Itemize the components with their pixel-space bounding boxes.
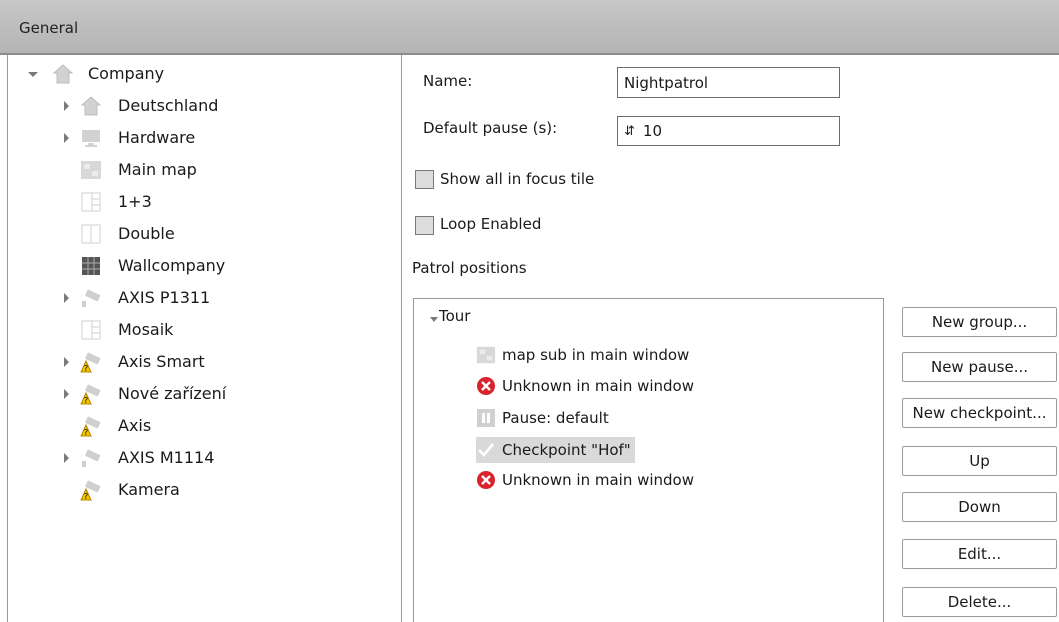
show-all-focus-checkbox[interactable]: [415, 170, 434, 189]
collapse-arrow-icon[interactable]: [430, 316, 438, 322]
default-pause-value: 10: [642, 122, 662, 140]
error-icon: [477, 471, 495, 489]
name-input[interactable]: Nightpatrol: [617, 67, 840, 98]
expand-arrow-icon[interactable]: [60, 100, 72, 112]
patrol-item-selected[interactable]: Checkpoint "Hof": [476, 437, 635, 463]
layout-icon: [81, 224, 101, 244]
tree-item-label: Company: [88, 64, 165, 83]
patrol-group-label: Tour: [439, 307, 471, 325]
tree-item-label: Deutschland: [118, 96, 219, 115]
patrol-positions-label: Patrol positions: [412, 259, 527, 277]
patrol-item[interactable]: Pause: default: [476, 405, 736, 431]
camera-warning-icon: ?: [80, 480, 101, 501]
map-icon: [476, 346, 496, 364]
collapse-arrow-icon[interactable]: [27, 68, 39, 80]
new-group-button[interactable]: New group...: [902, 307, 1057, 337]
spinner-arrows-icon[interactable]: ⇵: [624, 124, 635, 139]
expand-arrow-icon[interactable]: [60, 132, 72, 144]
svg-text:?: ?: [84, 492, 88, 501]
camera-warning-icon: ?: [80, 352, 101, 373]
new-checkpoint-button[interactable]: New checkpoint...: [902, 398, 1057, 428]
tree-item-mosaik[interactable]: Mosaik: [20, 315, 390, 345]
tree-item-label: Hardware: [118, 128, 196, 147]
home-icon: [52, 64, 74, 84]
tree-item-axis-m1114[interactable]: AXIS M1114: [20, 443, 390, 473]
up-button[interactable]: Up: [902, 446, 1057, 476]
loop-enabled-label: Loop Enabled: [440, 215, 542, 233]
tree-item-wallcompany[interactable]: Wallcompany: [20, 251, 390, 281]
tree-item-label: Mosaik: [118, 320, 174, 339]
patrol-item-label: Unknown in main window: [502, 377, 694, 395]
patrol-item[interactable]: Unknown in main window: [476, 373, 736, 399]
error-icon: [477, 377, 495, 395]
tree-item-axis-smart[interactable]: ? Axis Smart: [20, 347, 390, 377]
show-all-focus-label: Show all in focus tile: [440, 170, 595, 188]
patrol-item-label: Checkpoint "Hof": [502, 441, 631, 459]
layout-icon: [81, 192, 101, 212]
tree-item-deutschland[interactable]: Deutschland: [20, 91, 390, 121]
delete-button[interactable]: Delete...: [902, 587, 1057, 617]
patrol-positions-list[interactable]: Tour map sub in main window Unknown in m…: [413, 298, 884, 622]
svg-text:?: ?: [84, 364, 88, 373]
tree-item-nove-zarizeni[interactable]: ? Nové zařízení: [20, 379, 390, 409]
expand-arrow-icon[interactable]: [60, 356, 72, 368]
patrol-item[interactable]: map sub in main window: [476, 342, 736, 368]
tree-item-label: Kamera: [118, 480, 180, 499]
tree-item-label: Main map: [118, 160, 197, 179]
default-pause-spinner[interactable]: ⇵ 10: [617, 116, 840, 146]
camera-warning-icon: ?: [80, 416, 101, 437]
monitor-icon: [82, 130, 100, 147]
tree-item-label: AXIS M1114: [118, 448, 215, 467]
tree-item-axis[interactable]: ? Axis: [20, 411, 390, 441]
edit-button[interactable]: Edit...: [902, 539, 1057, 569]
name-label: Name:: [423, 72, 473, 90]
svg-text:?: ?: [84, 428, 88, 437]
patrol-item-label: map sub in main window: [502, 346, 690, 364]
name-input-value: Nightpatrol: [624, 73, 709, 92]
tree-item-label: AXIS P1311: [118, 288, 211, 307]
expand-arrow-icon[interactable]: [60, 292, 72, 304]
tree-item-1-3[interactable]: 1+3: [20, 187, 390, 217]
tree-item-label: Axis: [118, 416, 152, 435]
tree-item-axis-p1311[interactable]: AXIS P1311: [20, 283, 390, 313]
panel-title: General: [19, 19, 79, 37]
loop-enabled-checkbox[interactable]: [415, 216, 434, 235]
tree-item-double[interactable]: Double: [20, 219, 390, 249]
patrol-group-tour[interactable]: Tour: [430, 303, 470, 329]
map-icon: [81, 161, 101, 179]
video-wall-icon: [82, 257, 100, 275]
camera-icon: [82, 289, 101, 307]
expand-arrow-icon[interactable]: [60, 388, 72, 400]
new-pause-button[interactable]: New pause...: [902, 352, 1057, 382]
tree-item-main-map[interactable]: Main map: [20, 155, 390, 185]
camera-warning-icon: ?: [80, 384, 101, 405]
patrol-item[interactable]: Unknown in main window: [476, 467, 736, 493]
tree-item-label: Axis Smart: [118, 352, 205, 371]
tree-item-company[interactable]: Company: [20, 59, 390, 89]
home-icon: [80, 96, 102, 116]
tree-item-label: Wallcompany: [118, 256, 226, 275]
tree-item-label: Nové zařízení: [118, 384, 227, 403]
tree-item-kamera[interactable]: ? Kamera: [20, 475, 390, 505]
svg-text:?: ?: [84, 396, 88, 405]
expand-arrow-icon[interactable]: [60, 452, 72, 464]
patrol-item-label: Pause: default: [502, 409, 609, 427]
vertical-divider: [401, 55, 402, 622]
pause-icon: [477, 409, 495, 427]
layout-icon: [81, 320, 101, 340]
tree-item-hardware[interactable]: Hardware: [20, 123, 390, 153]
patrol-item-label: Unknown in main window: [502, 471, 694, 489]
tree-item-label: Double: [118, 224, 175, 243]
tree-item-label: 1+3: [118, 192, 152, 211]
checkpoint-icon: [478, 443, 495, 457]
camera-icon: [82, 449, 101, 467]
default-pause-label: Default pause (s):: [423, 119, 558, 137]
down-button[interactable]: Down: [902, 492, 1057, 522]
panel-header: General: [0, 0, 1059, 55]
